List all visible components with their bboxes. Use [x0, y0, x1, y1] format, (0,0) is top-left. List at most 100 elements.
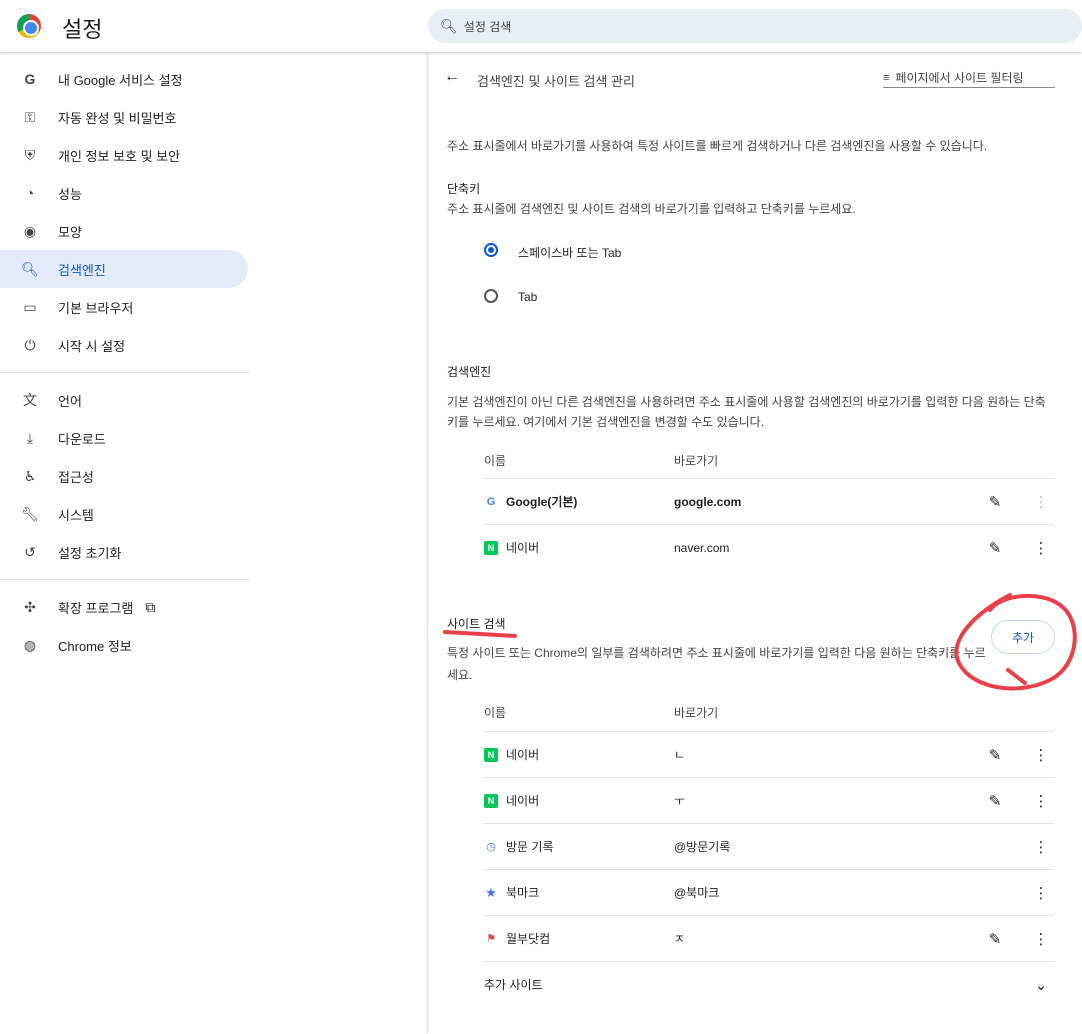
- chrome-logo-icon: [17, 14, 41, 38]
- sidebar-item-accessibility[interactable]: ♿︎ 접근성: [0, 457, 248, 495]
- engine-name: 네이버: [506, 541, 540, 555]
- site-shortcut: ㄴ: [674, 748, 686, 762]
- sidebar-item-label: 다운로드: [58, 431, 106, 447]
- sidebar-item-label: Chrome 정보: [58, 638, 132, 654]
- sidebar-item-label: 내 Google 서비스 설정: [58, 72, 183, 88]
- engine-shortcut: google.com: [674, 494, 742, 509]
- more-menu-icon[interactable]: ⋮: [1028, 493, 1054, 511]
- site-shortcut: @방문기록: [674, 840, 731, 854]
- column-header-shortcut: 바로가기: [674, 706, 719, 720]
- sidebar-item-extensions[interactable]: ✣ 확장 프로그램 ⧉: [0, 588, 248, 626]
- table-row: N 네이버 ㄴ ✎ ⋮: [484, 731, 1054, 777]
- sidebar-item-label: 시작 시 설정: [58, 338, 126, 354]
- download-icon: ⤓: [26, 429, 34, 446]
- search-icon: 🔍︎: [440, 17, 458, 34]
- chevron-down-icon: ⌄: [1034, 976, 1048, 994]
- back-arrow-icon[interactable]: ←: [444, 68, 460, 86]
- edit-pencil-icon[interactable]: ✎: [982, 746, 1008, 764]
- column-header-name: 이름: [484, 454, 507, 468]
- site-name: 네이버: [506, 794, 540, 808]
- more-menu-icon[interactable]: ⋮: [1028, 930, 1054, 948]
- radio-space-or-tab[interactable]: [484, 243, 498, 257]
- filter-placeholder: 페이지에서 사이트 필터링: [895, 71, 1024, 85]
- sidebar: G 내 Google 서비스 설정 ⚿ 자동 완성 및 비밀번호 ⛨ 개인 정보 보호…: [0, 60, 250, 664]
- sidebar-item-system[interactable]: 🔧︎ 시스템: [0, 495, 248, 533]
- naver-favicon-icon: N: [484, 747, 498, 762]
- edit-pencil-icon[interactable]: ✎: [982, 539, 1008, 557]
- sidebar-item-label: 모양: [58, 224, 82, 240]
- chrome-icon: ◍: [23, 636, 37, 653]
- header: 설정 🔍︎ 설정 검색: [0, 0, 1082, 52]
- edit-pencil-icon[interactable]: ✎: [982, 493, 1008, 511]
- sidebar-item-reset[interactable]: ↺ 설정 초기화: [0, 533, 248, 571]
- shortcut-heading: 단축키: [447, 182, 481, 196]
- sidebar-item-label: 성능: [58, 186, 82, 202]
- sidebar-item-autofill[interactable]: ⚿ 자동 완성 및 비밀번호: [0, 98, 248, 136]
- sidebar-item-appearance[interactable]: ◉ 모양: [0, 212, 248, 250]
- sidebar-item-label: 기본 브라우저: [58, 300, 134, 316]
- palette-icon: ◉: [23, 222, 37, 239]
- shortcut-desc: 주소 표시줄에 검색엔진 및 사이트 검색의 바로가기를 입력하고 단축키를 누…: [447, 202, 856, 216]
- sidebar-item-languages[interactable]: 文 언어: [0, 381, 248, 419]
- settings-search-input[interactable]: 🔍︎ 설정 검색: [428, 9, 1082, 43]
- search-engine-panel: ← 검색엔진 및 사이트 검색 관리 ≡ 페이지에서 사이트 필터링 주소 표시줄…: [428, 52, 1082, 1034]
- sites-heading: 사이트 검색: [447, 617, 506, 631]
- sidebar-item-google-services[interactable]: G 내 Google 서비스 설정: [0, 60, 248, 98]
- more-sites-expander[interactable]: 추가 사이트 ⌄: [484, 961, 1054, 1007]
- sidebar-item-search-engine[interactable]: 🔍︎ 검색엔진: [0, 250, 248, 288]
- sidebar-item-label: 시스템: [58, 507, 94, 523]
- filter-icon: ≡: [883, 71, 890, 84]
- site-shortcut: ㅜ: [674, 794, 686, 808]
- puzzle-icon: ✣: [24, 598, 36, 615]
- sites-desc: 특정 사이트 또는 Chrome의 일부를 검색하려면 주소 표시줄에 바로가기…: [447, 646, 986, 682]
- more-menu-icon[interactable]: ⋮: [1028, 838, 1054, 856]
- sidebar-item-on-startup[interactable]: ⏻ 시작 시 설정: [0, 326, 248, 364]
- more-menu-icon[interactable]: ⋮: [1028, 884, 1054, 902]
- power-icon: ⏻: [24, 336, 36, 353]
- sidebar-item-privacy[interactable]: ⛨ 개인 정보 보호 및 보안: [0, 136, 248, 174]
- add-site-button[interactable]: 추가: [991, 620, 1055, 654]
- intro-text: 주소 표시줄에서 바로가기를 사용하여 특정 사이트를 빠르게 검색하거나 다른…: [447, 139, 988, 153]
- sidebar-item-label: 자동 완성 및 비밀번호: [58, 110, 177, 126]
- filter-input[interactable]: ≡ 페이지에서 사이트 필터링: [883, 68, 1055, 88]
- edit-pencil-icon[interactable]: ✎: [982, 792, 1008, 810]
- engines-heading: 검색엔진: [447, 365, 492, 379]
- engine-name: Google(기본): [506, 495, 578, 509]
- divider: [0, 579, 250, 580]
- radio-label: 스페이스바 또는 Tab: [518, 246, 622, 260]
- history-icon: ◷: [486, 841, 496, 853]
- more-menu-icon[interactable]: ⋮: [1028, 746, 1054, 764]
- sidebar-item-downloads[interactable]: ⤓ 다운로드: [0, 419, 248, 457]
- reset-icon: ↺: [24, 543, 36, 560]
- sidebar-item-label: 언어: [58, 393, 82, 409]
- table-row: N 네이버 ㅜ ✎ ⋮: [484, 777, 1054, 823]
- radio-tab[interactable]: [484, 289, 498, 303]
- sidebar-item-label: 검색엔진: [58, 262, 106, 278]
- key-icon: ⚿: [24, 108, 36, 125]
- table-row: N 네이버 naver.com ✎ ⋮: [484, 524, 1054, 570]
- page-title: 설정: [62, 17, 103, 42]
- sidebar-item-about-chrome[interactable]: ◍ Chrome 정보: [0, 626, 248, 664]
- star-icon: ★: [485, 884, 497, 900]
- edit-pencil-icon[interactable]: ✎: [982, 930, 1008, 948]
- sidebar-item-default-browser[interactable]: ▭ 기본 브라우저: [0, 288, 248, 326]
- more-menu-icon[interactable]: ⋮: [1028, 539, 1054, 557]
- sidebar-item-performance[interactable]: ◔ 성능: [0, 174, 248, 212]
- flag-favicon-icon: ⚑: [486, 933, 496, 945]
- search-placeholder: 설정 검색: [463, 19, 512, 34]
- more-sites-label: 추가 사이트: [484, 978, 543, 992]
- site-shortcut: @북마크: [674, 886, 720, 900]
- shield-icon: ⛨: [24, 146, 36, 163]
- sidebar-item-label: 확장 프로그램: [58, 600, 134, 616]
- radio-label: Tab: [518, 290, 538, 304]
- wrench-icon: 🔧︎: [21, 505, 39, 522]
- engines-desc: 기본 검색엔진이 아닌 다른 검색엔진을 사용하려면 주소 표시줄에 사용할 검…: [447, 395, 1046, 429]
- column-header-name: 이름: [484, 706, 507, 720]
- table-row: ⚑ 월부닷컴 ㅈ ✎ ⋮: [484, 915, 1054, 961]
- gauge-icon: ◔: [25, 185, 35, 201]
- google-favicon-icon: G: [486, 495, 496, 508]
- external-link-icon: ⧉: [145, 598, 156, 615]
- search-icon: 🔍︎: [21, 260, 39, 277]
- site-shortcut: ㅈ: [674, 932, 686, 946]
- more-menu-icon[interactable]: ⋮: [1028, 792, 1054, 810]
